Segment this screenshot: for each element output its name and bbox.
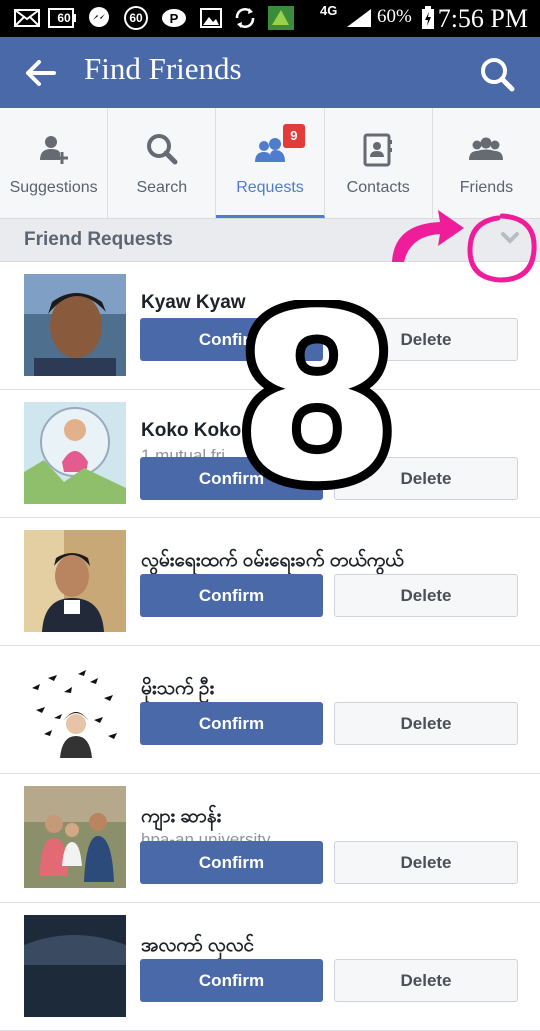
signal-icon xyxy=(344,7,374,29)
avatar[interactable] xyxy=(24,915,126,1017)
delete-button[interactable]: Delete xyxy=(334,841,518,884)
tab-search[interactable]: Search xyxy=(108,108,217,218)
mail-icon xyxy=(14,7,40,29)
avatar[interactable] xyxy=(24,274,126,376)
requester-name[interactable]: မိုးသက် ဦး xyxy=(141,676,214,704)
counter-label: 60 xyxy=(129,11,143,25)
clock: 7:56 PM xyxy=(437,4,528,33)
contacts-book-icon xyxy=(360,132,396,168)
messenger-icon xyxy=(86,7,112,29)
search-icon[interactable] xyxy=(478,55,518,95)
requester-name[interactable]: ကျား ဆာန်း xyxy=(141,804,221,832)
annotation-number: 8 xyxy=(232,300,402,500)
tab-contacts-label: Contacts xyxy=(346,179,410,196)
section-title: Friend Requests xyxy=(24,229,173,250)
delete-button[interactable]: Delete xyxy=(334,959,518,1002)
svg-text:P: P xyxy=(170,11,179,26)
back-arrow-icon[interactable] xyxy=(20,55,60,91)
confirm-button[interactable]: Confirm xyxy=(140,702,323,745)
app-notification-icon xyxy=(266,6,296,30)
request-row: မိုးသက် ဦး Confirm Delete xyxy=(0,646,540,774)
avatar[interactable] xyxy=(24,402,126,504)
image-icon xyxy=(198,7,224,29)
tab-requests[interactable]: 9 Requests xyxy=(216,108,325,218)
request-row: ကျား ဆာန်း hpa-an university Confirm Del… xyxy=(0,774,540,903)
sync-icon xyxy=(232,7,258,29)
avatar[interactable] xyxy=(24,786,126,888)
page-title: Find Friends xyxy=(84,51,242,86)
requester-name[interactable]: အလကာ် လှလင် xyxy=(141,933,254,961)
tab-suggestions-label: Suggestions xyxy=(9,179,98,196)
delete-button[interactable]: Delete xyxy=(334,702,518,745)
requester-name[interactable]: Koko Koko xyxy=(141,420,241,442)
parking-icon: P xyxy=(160,7,188,29)
avatar[interactable] xyxy=(24,658,126,760)
annotation-circle-icon xyxy=(467,213,537,283)
confirm-button[interactable]: Confirm xyxy=(140,574,323,617)
tab-requests-label: Requests xyxy=(236,179,304,196)
app-bar: Find Friends xyxy=(0,37,540,108)
avatar[interactable] xyxy=(24,530,126,632)
delete-button[interactable]: Delete xyxy=(334,574,518,617)
battery-percent: 60% xyxy=(377,6,412,27)
tab-friends-label: Friends xyxy=(459,179,514,196)
requester-name[interactable]: Kyaw Kyaw xyxy=(141,292,246,314)
battery-saver-label: 60 xyxy=(57,11,71,25)
search-icon xyxy=(144,132,180,168)
confirm-button[interactable]: Confirm xyxy=(140,841,323,884)
add-person-icon xyxy=(36,132,72,168)
status-bar: 60 60 P 4G 60% 7:56 PM xyxy=(0,0,540,37)
request-row: အလကာ် လှလင် Confirm Delete xyxy=(0,903,540,1031)
group-icon xyxy=(468,132,504,168)
network-type: 4G xyxy=(320,3,338,18)
tab-suggestions[interactable]: Suggestions xyxy=(0,108,109,218)
request-row: လွမ်းရေးထက် ဝမ်းရေးခက် တယ်ကွယ် Confirm D… xyxy=(0,518,540,646)
requests-badge: 9 xyxy=(282,124,305,148)
annotation-number-text: 8 xyxy=(237,300,397,500)
confirm-button[interactable]: Confirm xyxy=(140,959,323,1002)
battery-icon xyxy=(418,6,438,29)
requester-name[interactable]: လွမ်းရေးထက် ဝမ်းရေးခက် တယ်ကွယ် xyxy=(141,548,404,576)
tab-search-label: Search xyxy=(136,179,188,196)
